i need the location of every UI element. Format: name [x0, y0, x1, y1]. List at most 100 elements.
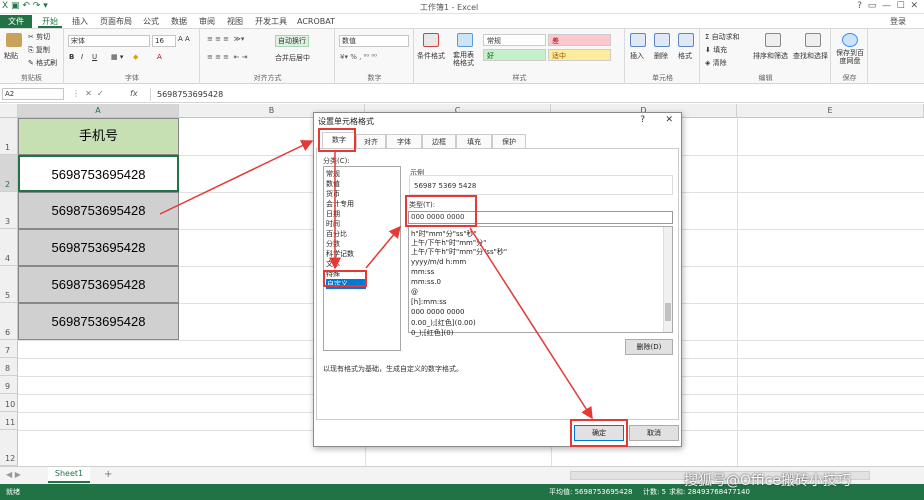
tab-border[interactable]: 边框 — [422, 134, 456, 148]
insert-cell-button[interactable]: 插入 — [630, 51, 644, 61]
window-controls[interactable]: ? ▭ — ☐ ✕ — [857, 1, 918, 11]
delete-format-button[interactable]: 删除(D) — [625, 339, 673, 355]
paste-button[interactable]: 粘贴 — [4, 51, 18, 61]
list-item[interactable]: 时间 — [326, 219, 340, 229]
style-neutral[interactable]: 适中 — [548, 49, 611, 61]
row-header[interactable]: 8 — [0, 358, 18, 376]
list-item[interactable]: 日期 — [326, 209, 340, 219]
align-top-icons[interactable]: ≡ ≡ ≡ ≫▾ — [207, 35, 244, 43]
cancel-button[interactable]: 取消 — [629, 425, 679, 441]
fill-color-icon[interactable]: ◆ — [133, 53, 138, 61]
font-color-icon[interactable]: A — [157, 53, 162, 61]
autosum-button[interactable]: Σ 自动求和 — [705, 32, 740, 42]
column-header-e[interactable]: E — [737, 104, 924, 118]
list-item[interactable]: mm:ss.0 — [411, 278, 441, 286]
tab-formulas[interactable]: 公式 — [139, 15, 163, 28]
tab-insert[interactable]: 插入 — [68, 15, 92, 28]
tab-page-layout[interactable]: 页面布局 — [96, 15, 136, 28]
table-format-button[interactable]: 套用表格格式 — [453, 51, 479, 67]
cell-a4[interactable]: 5698753695428 — [18, 229, 179, 266]
list-item[interactable]: 0_);[红色](0) — [411, 328, 453, 338]
style-bad[interactable]: 差 — [548, 34, 611, 46]
tab-home[interactable]: 开始 — [38, 15, 62, 28]
cloud-icon[interactable] — [842, 33, 858, 47]
name-box[interactable]: A2 — [2, 88, 64, 100]
list-item[interactable]: 0.00_);[红色](0.00) — [411, 318, 476, 328]
clear-button[interactable]: ◈ 清除 — [705, 58, 727, 68]
format-cell-button[interactable]: 格式 — [678, 51, 692, 61]
cell-a2[interactable]: 5698753695428 — [18, 155, 179, 192]
quick-access-icons[interactable]: X ▣ ↶ ↷ ▾ — [2, 1, 48, 11]
row-header[interactable]: 10 — [0, 394, 18, 412]
sort-filter-icon[interactable] — [765, 33, 781, 47]
style-good[interactable]: 好 — [483, 49, 546, 61]
fill-button[interactable]: ⬇ 填充 — [705, 45, 727, 55]
row-header[interactable]: 7 — [0, 340, 18, 358]
tab-fill[interactable]: 填充 — [456, 134, 492, 148]
column-header-a[interactable]: A — [18, 104, 179, 118]
border-icon[interactable]: ▦ ▾ — [111, 53, 123, 61]
list-item[interactable]: [h]:mm:ss — [411, 298, 447, 306]
format-list-scrollbar[interactable] — [663, 227, 672, 332]
row-header[interactable]: 5 — [0, 266, 18, 303]
row-header[interactable]: 3 — [0, 192, 18, 229]
format-painter-button[interactable]: ✎ 格式刷 — [28, 58, 57, 68]
wrap-text-button[interactable]: 自动换行 — [275, 35, 309, 47]
login-link[interactable]: 登录 — [886, 15, 910, 28]
italic-button[interactable]: I — [81, 53, 83, 61]
list-item[interactable]: 文本 — [326, 259, 340, 269]
sheet-tab-sheet1[interactable]: Sheet1 — [48, 467, 90, 483]
add-sheet-icon[interactable]: + — [104, 469, 112, 480]
row-header[interactable]: 9 — [0, 376, 18, 394]
cut-button[interactable]: ✂ 剪切 — [28, 32, 50, 42]
list-item[interactable]: 上午/下午h"时"mm"分"ss"秒" — [411, 247, 507, 257]
formula-input[interactable]: 5698753695428 — [150, 88, 922, 101]
list-item[interactable]: 常规 — [326, 169, 340, 179]
format-list[interactable]: h"时"mm"分"ss"秒" 上午/下午h"时"mm"分" 上午/下午h"时"m… — [408, 226, 673, 337]
sheet-nav-icons[interactable]: ◀ ▶ — [6, 470, 21, 479]
list-item[interactable]: 会计专用 — [326, 199, 354, 209]
cell-a1-header[interactable]: 手机号 — [18, 118, 179, 155]
delete-cell-icon[interactable] — [654, 33, 670, 47]
font-grow-shrink-icons[interactable]: A A — [178, 35, 190, 43]
help-icon[interactable]: ? — [640, 115, 645, 125]
fx-icon[interactable]: fx — [130, 89, 138, 98]
merge-center-button[interactable]: 合并后居中 — [275, 53, 310, 63]
font-name-select[interactable]: 宋体 — [68, 35, 150, 47]
conditional-format-button[interactable]: 条件格式 — [417, 51, 445, 61]
scrollbar-thumb[interactable] — [665, 303, 671, 321]
paste-icon[interactable] — [6, 33, 22, 47]
number-format-icons[interactable]: ¥▾ % , ⁰⁰ ⁰⁰ — [340, 53, 377, 61]
row-header[interactable]: 11 — [0, 412, 18, 430]
sort-filter-button[interactable]: 排序和筛选 — [753, 51, 788, 61]
select-all-corner[interactable] — [0, 104, 18, 118]
tab-view[interactable]: 视图 — [223, 15, 247, 28]
find-select-button[interactable]: 查找和选择 — [793, 51, 828, 61]
close-icon[interactable]: ✕ — [665, 115, 673, 125]
list-item[interactable]: 货币 — [326, 189, 340, 199]
tab-protection[interactable]: 保护 — [492, 134, 526, 148]
list-item[interactable]: @ — [411, 288, 418, 296]
conditional-format-icon[interactable] — [423, 33, 439, 47]
insert-cell-icon[interactable] — [630, 33, 646, 47]
tab-developer[interactable]: 开发工具 — [251, 15, 291, 28]
row-header[interactable]: 1 — [0, 118, 18, 155]
copy-button[interactable]: ⎘ 复制 — [28, 45, 50, 55]
tab-acrobat[interactable]: ACROBAT — [293, 15, 339, 28]
tab-data[interactable]: 数据 — [167, 15, 191, 28]
save-baidu-button[interactable]: 保存到百度网盘 — [833, 49, 867, 65]
category-list[interactable]: 常规 数值 货币 会计专用 日期 时间 百分比 分数 科学记数 文本 特殊 自定… — [323, 166, 401, 351]
font-size-select[interactable]: 16 — [152, 35, 176, 47]
tab-review[interactable]: 审阅 — [195, 15, 219, 28]
delete-cell-button[interactable]: 删除 — [654, 51, 668, 61]
find-select-icon[interactable] — [805, 33, 821, 47]
format-cell-icon[interactable] — [678, 33, 694, 47]
list-item[interactable]: 百分比 — [326, 229, 347, 239]
cell-a6[interactable]: 5698753695428 — [18, 303, 179, 340]
align-left-icons[interactable]: ≡ ≡ ≡ ⇤ ⇥ — [207, 53, 247, 61]
list-item[interactable]: 科学记数 — [326, 249, 354, 259]
row-header[interactable]: 6 — [0, 303, 18, 340]
bold-button[interactable]: B — [69, 53, 74, 61]
cell-a5[interactable]: 5698753695428 — [18, 266, 179, 303]
list-item[interactable]: 数值 — [326, 179, 340, 189]
